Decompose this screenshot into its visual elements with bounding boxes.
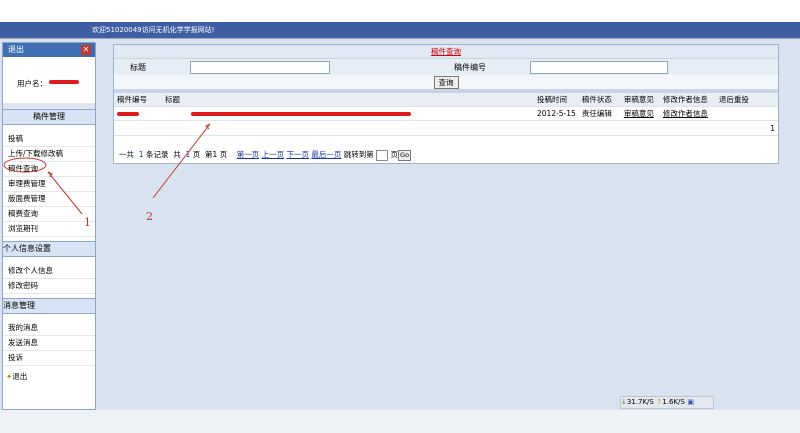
annotation-arrow-1: [47, 171, 83, 215]
annotation-number-2: 2: [146, 210, 153, 223]
status-bar: ↓31.7K/S ↑1.6K/S ▣: [0, 396, 800, 433]
annotation-layer: [3, 123, 211, 215]
annotation-ellipse: [3, 157, 47, 173]
upload-speed: 1.6K/S: [662, 398, 685, 406]
network-icon[interactable]: ▣: [687, 398, 694, 406]
speed-meter: ↓31.7K/S ↑1.6K/S ▣: [620, 396, 714, 409]
annotation-number-1: 1: [84, 216, 91, 229]
download-speed: 31.7K/S: [626, 398, 654, 406]
annotation-arrow-2: [152, 123, 211, 199]
